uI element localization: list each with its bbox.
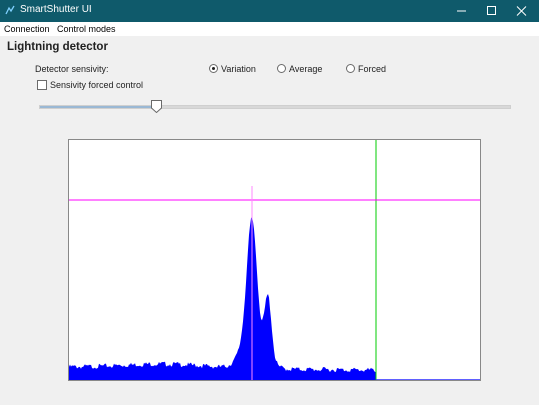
- section-title: Lightning detector: [7, 41, 108, 53]
- menu-bar: Connection Control modes: [0, 22, 539, 36]
- radio-average-circle[interactable]: [277, 64, 286, 73]
- sensivity-slider-fill: [40, 106, 158, 108]
- menu-control-modes[interactable]: Control modes: [57, 24, 116, 34]
- forced-control-checkbox[interactable]: [37, 80, 47, 90]
- window-title: SmartShutter UI: [20, 4, 92, 15]
- maximize-icon: [487, 6, 496, 15]
- close-button[interactable]: [507, 0, 537, 22]
- minimize-icon: [457, 10, 466, 12]
- sensivity-slider-track[interactable]: [39, 105, 511, 109]
- forced-control-label: Sensivity forced control: [50, 80, 144, 90]
- title-bar: SmartShutter UI: [0, 0, 539, 22]
- detector-sensivity-label: Detector sensivity:: [35, 64, 109, 74]
- histogram-plot: [68, 139, 481, 381]
- menu-connection[interactable]: Connection: [4, 24, 50, 34]
- radio-variation-circle[interactable]: [209, 64, 218, 73]
- sensivity-slider-thumb[interactable]: [151, 100, 162, 113]
- app-icon: [5, 5, 15, 15]
- radio-forced-circle[interactable]: [346, 64, 355, 73]
- histogram-area: [69, 216, 376, 380]
- radio-forced-label: Forced: [358, 64, 387, 74]
- maximize-button[interactable]: [477, 0, 507, 22]
- minimize-button[interactable]: [447, 0, 477, 22]
- radio-variation-label: Variation: [221, 64, 256, 74]
- radio-selected-dot: [212, 67, 215, 70]
- histogram-canvas: [69, 140, 480, 380]
- radio-average-label: Average: [289, 64, 323, 74]
- close-icon: [516, 6, 527, 16]
